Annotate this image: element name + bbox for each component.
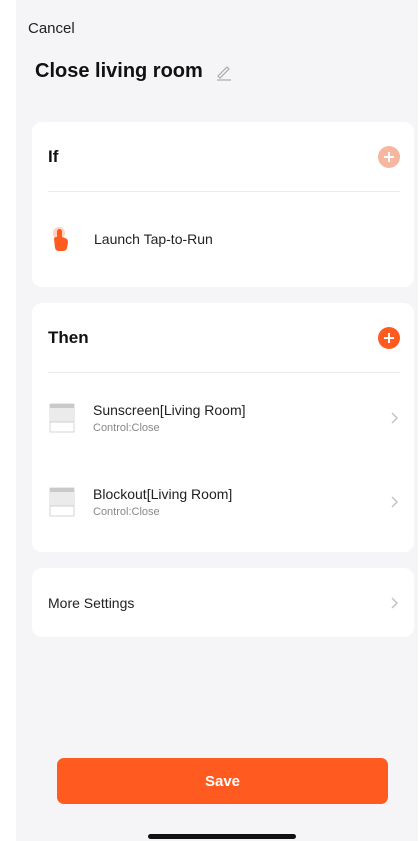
save-button[interactable]: Save: [57, 758, 388, 804]
if-header: If: [48, 122, 400, 192]
action-name: Sunscreen[Living Room]: [93, 402, 246, 418]
title-row: Close living room: [35, 60, 233, 83]
add-condition-button[interactable]: [378, 146, 400, 168]
curtain-icon: [49, 487, 75, 517]
divider: [48, 372, 400, 373]
condition-row[interactable]: Launch Tap-to-Run: [48, 222, 213, 256]
edit-pencil-icon[interactable]: [215, 63, 233, 81]
action-row-sunscreen[interactable]: Sunscreen[Living Room] Control:Close: [48, 393, 400, 443]
action-name: Blockout[Living Room]: [93, 486, 233, 502]
chevron-right-icon: [391, 412, 399, 424]
cancel-button[interactable]: Cancel: [28, 20, 75, 37]
more-settings-row[interactable]: More Settings: [48, 568, 400, 637]
if-card: If Launch Tap-to-Run: [32, 122, 414, 287]
chevron-right-icon: [391, 596, 399, 609]
tap-hand-icon: [53, 227, 68, 251]
more-settings-card: More Settings: [32, 568, 414, 637]
then-label: Then: [48, 328, 89, 347]
add-action-button[interactable]: [378, 327, 400, 349]
scene-editor-screen: Cancel Close living room If Launch Tap-t…: [16, 0, 418, 841]
curtain-icon: [49, 403, 75, 433]
action-detail: Control:Close: [93, 422, 160, 434]
then-card: Then Sunscreen[Living Room] Control:Clos…: [32, 303, 414, 552]
plus-icon: [384, 152, 394, 162]
divider: [48, 191, 400, 192]
home-indicator: [148, 834, 296, 839]
if-label: If: [48, 147, 59, 166]
more-settings-label: More Settings: [48, 594, 135, 611]
then-header: Then: [48, 303, 400, 373]
action-texts: Blockout[Living Room] Control:Close: [93, 486, 388, 518]
plus-icon: [384, 333, 394, 343]
condition-text: Launch Tap-to-Run: [94, 231, 213, 247]
action-texts: Sunscreen[Living Room] Control:Close: [93, 402, 388, 434]
chevron-right-icon: [391, 496, 399, 508]
scene-title: Close living room: [35, 60, 203, 82]
action-detail: Control:Close: [93, 506, 160, 518]
action-row-blockout[interactable]: Blockout[Living Room] Control:Close: [48, 477, 400, 527]
